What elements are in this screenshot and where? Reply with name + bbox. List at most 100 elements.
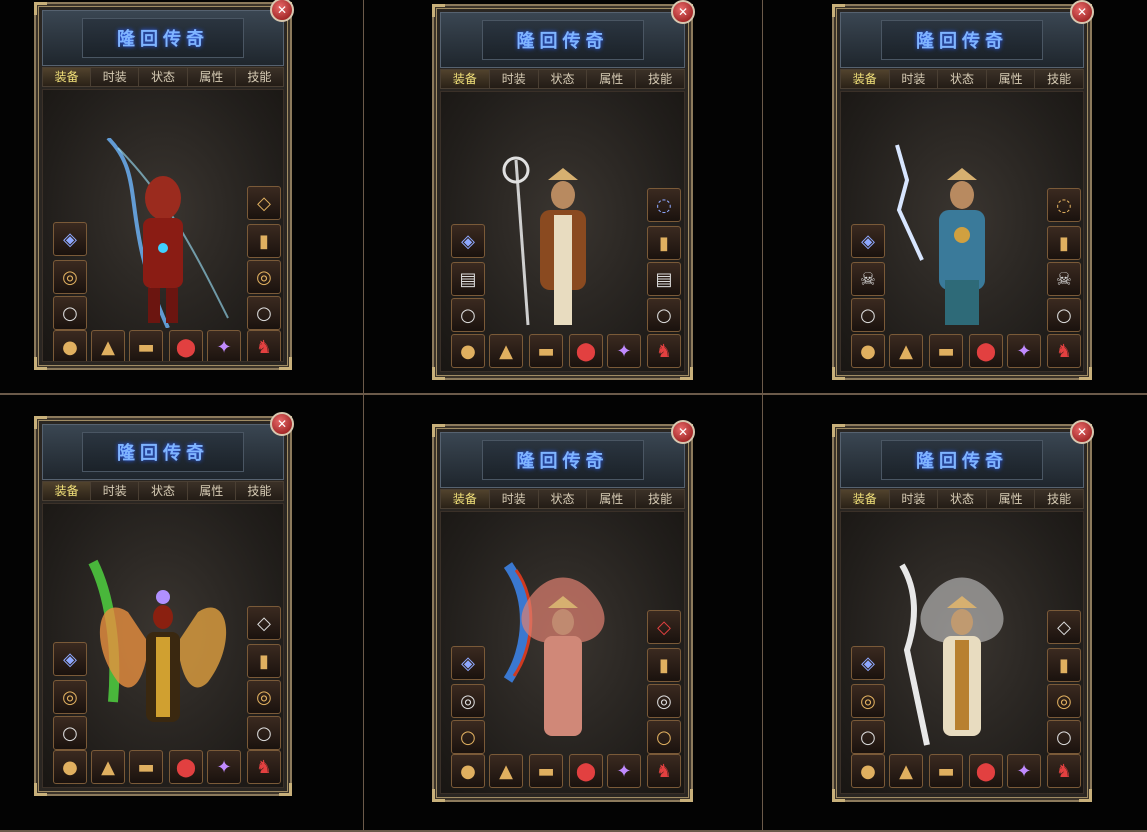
charm-slot[interactable]: ⬤ — [969, 334, 1003, 368]
ring-slot[interactable]: ○ — [851, 298, 885, 332]
mount-slot[interactable]: ♞ — [1047, 754, 1081, 788]
gem-slot[interactable]: ✦ — [207, 330, 241, 361]
boots-slot[interactable]: ▲ — [889, 754, 923, 788]
belt-slot[interactable]: ▬ — [129, 750, 163, 784]
charm-slot[interactable]: ⬤ — [169, 750, 203, 784]
tab-equipment[interactable]: 装备 — [441, 490, 490, 508]
tab-status[interactable]: 状态 — [139, 68, 188, 86]
ring-slot[interactable]: ○ — [647, 720, 681, 754]
ring-slot[interactable]: ○ — [451, 720, 485, 754]
tab-status[interactable]: 状态 — [538, 70, 588, 88]
medicine-slot[interactable]: ● — [851, 754, 885, 788]
necklace-slot[interactable]: ◇ — [647, 610, 681, 644]
necklace-slot[interactable]: ◇ — [247, 606, 281, 640]
gem-slot[interactable]: ✦ — [207, 750, 241, 784]
tab-skills[interactable]: 技能 — [636, 70, 684, 88]
ring-slot[interactable]: ○ — [451, 298, 485, 332]
medicine-slot[interactable]: ● — [451, 334, 485, 368]
mount-slot[interactable]: ♞ — [647, 754, 681, 788]
close-button[interactable]: ✕ — [1070, 0, 1094, 24]
tab-status[interactable]: 状态 — [139, 482, 188, 500]
gem-slot[interactable]: ✦ — [1007, 754, 1041, 788]
tab-skills[interactable]: 技能 — [1035, 70, 1083, 88]
tab-equipment[interactable]: 装备 — [441, 70, 490, 88]
mount-slot[interactable]: ♞ — [647, 334, 681, 368]
tab-status[interactable]: 状态 — [938, 70, 987, 88]
close-button[interactable]: ✕ — [270, 412, 294, 436]
necklace-slot[interactable]: ◌ — [1047, 188, 1081, 222]
ring-slot[interactable]: ○ — [53, 296, 87, 330]
belt-slot[interactable]: ▬ — [929, 754, 963, 788]
bracelet-slot[interactable]: ◎ — [53, 680, 87, 714]
charm-slot[interactable]: ⬤ — [569, 334, 603, 368]
tab-attributes[interactable]: 属性 — [187, 68, 236, 86]
tab-status[interactable]: 状态 — [938, 490, 987, 508]
tab-status[interactable]: 状态 — [538, 490, 588, 508]
ring-slot[interactable]: ▤ — [647, 262, 681, 296]
medicine-slot[interactable]: ● — [53, 750, 87, 784]
medicine-slot[interactable]: ● — [851, 334, 885, 368]
boots-slot[interactable]: ▲ — [91, 330, 125, 361]
gem-slot[interactable]: ✦ — [1007, 334, 1041, 368]
armguard-slot[interactable]: ▮ — [1047, 226, 1081, 260]
tab-attributes[interactable]: 属性 — [587, 490, 637, 508]
ring-slot[interactable]: ○ — [1047, 298, 1081, 332]
tab-skills[interactable]: 技能 — [1035, 490, 1083, 508]
necklace-slot[interactable]: ◌ — [647, 188, 681, 222]
close-button[interactable]: ✕ — [270, 0, 294, 22]
belt-slot[interactable]: ▬ — [529, 754, 563, 788]
ring-slot[interactable]: ◎ — [247, 680, 281, 714]
belt-slot[interactable]: ▬ — [929, 334, 963, 368]
ring-slot[interactable]: ○ — [1047, 720, 1081, 754]
tab-fashion[interactable]: 时装 — [889, 490, 939, 508]
medicine-slot[interactable]: ● — [451, 754, 485, 788]
tab-fashion[interactable]: 时装 — [889, 70, 939, 88]
tab-fashion[interactable]: 时装 — [91, 68, 140, 86]
boots-slot[interactable]: ▲ — [489, 334, 523, 368]
helmet-slot[interactable]: ◈ — [851, 646, 885, 680]
boots-slot[interactable]: ▲ — [489, 754, 523, 788]
medicine-slot[interactable]: ● — [53, 330, 87, 361]
tab-fashion[interactable]: 时装 — [489, 490, 539, 508]
belt-slot[interactable]: ▬ — [529, 334, 563, 368]
tab-attributes[interactable]: 属性 — [187, 482, 236, 500]
necklace-slot[interactable]: ◇ — [247, 186, 281, 220]
gem-slot[interactable]: ✦ — [607, 334, 641, 368]
tab-skills[interactable]: 技能 — [235, 68, 284, 86]
close-button[interactable]: ✕ — [671, 0, 695, 24]
mount-slot[interactable]: ♞ — [1047, 334, 1081, 368]
ring-slot[interactable]: ◎ — [647, 684, 681, 718]
tab-equipment[interactable]: 装备 — [841, 70, 890, 88]
boots-slot[interactable]: ▲ — [889, 334, 923, 368]
close-button[interactable]: ✕ — [671, 420, 695, 444]
necklace-slot[interactable]: ◇ — [1047, 610, 1081, 644]
charm-slot[interactable]: ⬤ — [569, 754, 603, 788]
ring-slot[interactable]: ◎ — [247, 260, 281, 294]
charm-slot[interactable]: ⬤ — [969, 754, 1003, 788]
tab-fashion[interactable]: 时装 — [91, 482, 140, 500]
boots-slot[interactable]: ▲ — [91, 750, 125, 784]
mount-slot[interactable]: ♞ — [247, 330, 281, 361]
ring-slot[interactable]: ○ — [53, 716, 87, 750]
armguard-slot[interactable]: ▮ — [647, 226, 681, 260]
tab-attributes[interactable]: 属性 — [986, 70, 1036, 88]
bracelet-slot[interactable]: ▤ — [451, 262, 485, 296]
ring-slot[interactable]: ◎ — [1047, 684, 1081, 718]
bracelet-slot[interactable]: ☠ — [851, 262, 885, 296]
ring-slot[interactable]: ○ — [851, 720, 885, 754]
helmet-slot[interactable]: ◈ — [53, 222, 87, 256]
tab-skills[interactable]: 技能 — [235, 482, 284, 500]
armguard-slot[interactable]: ▮ — [247, 644, 281, 678]
ring-slot[interactable]: ○ — [247, 296, 281, 330]
armguard-slot[interactable]: ▮ — [647, 648, 681, 682]
ring-slot[interactable]: ○ — [647, 298, 681, 332]
gem-slot[interactable]: ✦ — [607, 754, 641, 788]
close-button[interactable]: ✕ — [1070, 420, 1094, 444]
helmet-slot[interactable]: ◈ — [53, 642, 87, 676]
mount-slot[interactable]: ♞ — [247, 750, 281, 784]
bracelet-slot[interactable]: ◎ — [451, 684, 485, 718]
tab-equipment[interactable]: 装备 — [43, 68, 92, 86]
belt-slot[interactable]: ▬ — [129, 330, 163, 361]
tab-equipment[interactable]: 装备 — [43, 482, 92, 500]
tab-fashion[interactable]: 时装 — [489, 70, 539, 88]
